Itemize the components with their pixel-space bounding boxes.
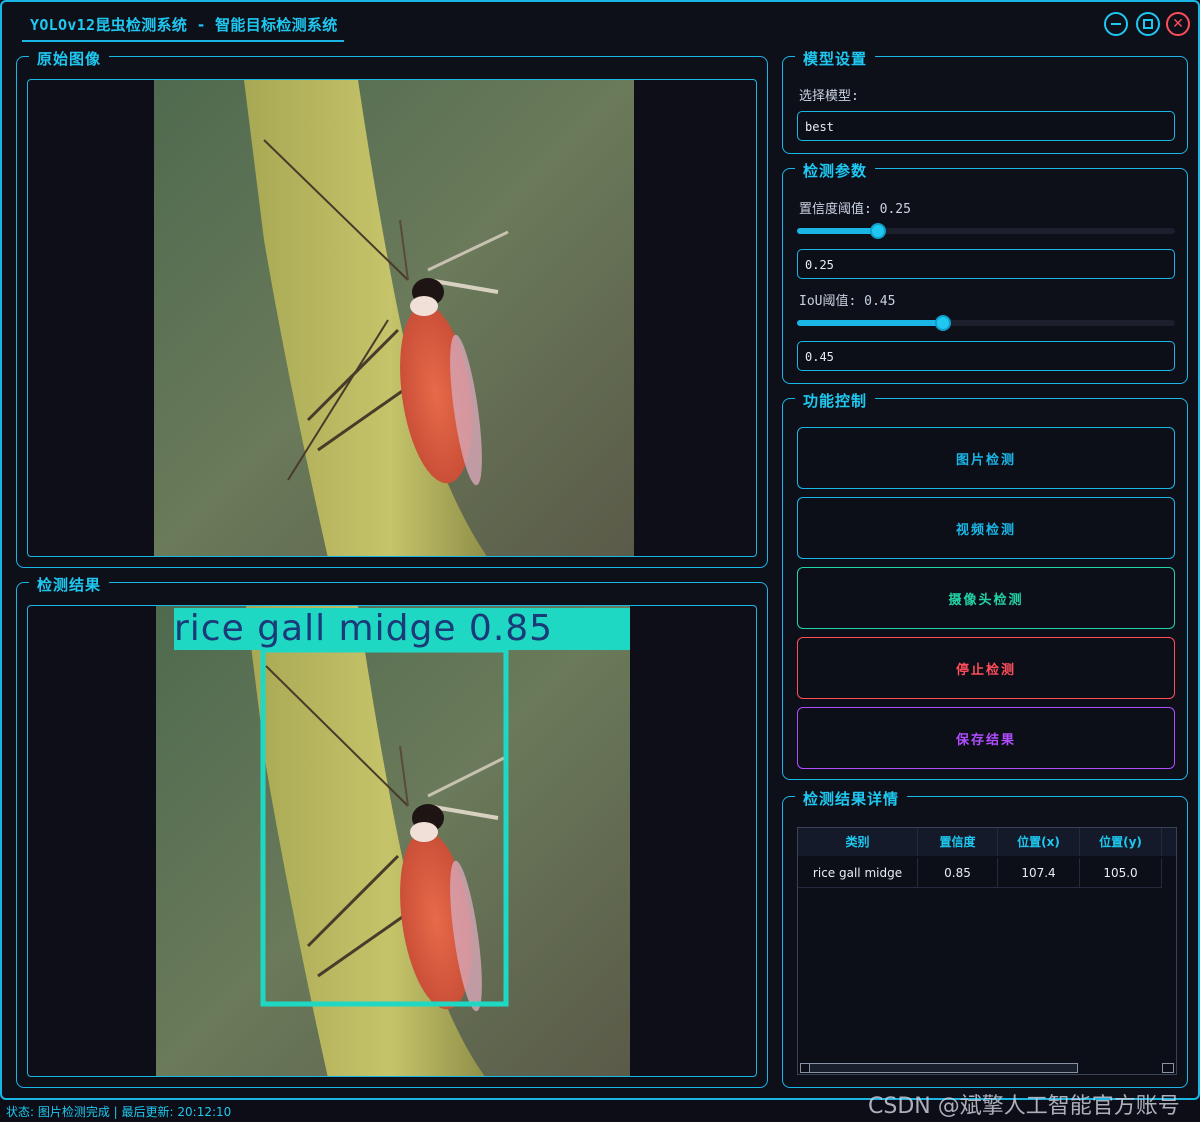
- function-controls-panel: 功能控制 图片检测 视频检测 摄像头检测 停止检测 保存结果: [782, 390, 1188, 780]
- scrollbar-thumb[interactable]: [800, 1063, 1078, 1073]
- iou-slider[interactable]: [797, 315, 1175, 331]
- result-image-panel: 检测结果 rice gall midge 0.85: [16, 574, 768, 1088]
- original-image-title: 原始图像: [29, 48, 110, 69]
- original-image-frame: [27, 79, 757, 557]
- iou-slider-handle[interactable]: [935, 315, 951, 331]
- results-table[interactable]: 类别 置信度 位置(x) 位置(y) rice gall midge 0.85 …: [797, 827, 1177, 1075]
- column-position-y[interactable]: 位置(y): [1080, 828, 1162, 856]
- watermark: CSDN @斌擎人工智能官方账号: [868, 1094, 1180, 1119]
- title-underline: [22, 40, 344, 42]
- iou-input[interactable]: 0.45: [797, 341, 1175, 371]
- confidence-input[interactable]: 0.25: [797, 249, 1175, 279]
- detection-photo: [156, 606, 630, 1076]
- detection-label: rice gall midge 0.85: [174, 608, 554, 649]
- window-title: YOLOv12昆虫检测系统 - 智能目标检测系统: [30, 16, 338, 34]
- column-class[interactable]: 类别: [798, 828, 918, 856]
- maximize-icon: [1143, 19, 1153, 29]
- camera-detect-button[interactable]: 摄像头检测: [797, 567, 1175, 629]
- app-window: YOLOv12昆虫检测系统 - 智能目标检测系统 ✕ 原始图像 检测结果 ric…: [0, 0, 1200, 1100]
- horizontal-scrollbar[interactable]: [798, 1062, 1176, 1074]
- close-icon: ✕: [1172, 16, 1184, 32]
- iou-slider-fill: [797, 320, 943, 326]
- cell-class: rice gall midge: [798, 858, 918, 888]
- image-detect-button[interactable]: 图片检测: [797, 427, 1175, 489]
- confidence-slider-handle[interactable]: [870, 223, 886, 239]
- cell-position-x: 107.4: [998, 858, 1080, 888]
- minimize-button[interactable]: [1104, 12, 1128, 36]
- insect-photo: [154, 80, 634, 556]
- stop-detect-button[interactable]: 停止检测: [797, 637, 1175, 699]
- confidence-label: 置信度阈值: 0.25: [799, 202, 911, 217]
- detection-details-title: 检测结果详情: [795, 788, 908, 809]
- minimize-icon: [1111, 23, 1121, 25]
- cell-confidence: 0.85: [918, 858, 998, 888]
- detection-params-panel: 检测参数 置信度阈值: 0.25 0.25 IoU阈值: 0.45 0.45: [782, 160, 1188, 384]
- column-confidence[interactable]: 置信度: [918, 828, 998, 856]
- model-settings-panel: 模型设置 选择模型: best: [782, 48, 1188, 154]
- scroll-right-arrow[interactable]: [1162, 1063, 1174, 1073]
- column-position-x[interactable]: 位置(x): [998, 828, 1080, 856]
- original-image-panel: 原始图像: [16, 48, 768, 568]
- confidence-slider[interactable]: [797, 223, 1175, 239]
- close-button[interactable]: ✕: [1166, 12, 1190, 36]
- result-image-title: 检测结果: [29, 574, 110, 595]
- scroll-left-arrow[interactable]: [800, 1063, 810, 1073]
- model-select[interactable]: best: [797, 111, 1175, 141]
- video-detect-button[interactable]: 视频检测: [797, 497, 1175, 559]
- result-image-frame: rice gall midge 0.85: [27, 605, 757, 1077]
- function-controls-title: 功能控制: [795, 390, 876, 411]
- save-result-button[interactable]: 保存结果: [797, 707, 1175, 769]
- cell-position-y: 105.0: [1080, 858, 1162, 888]
- maximize-button[interactable]: [1136, 12, 1160, 36]
- detection-params-title: 检测参数: [795, 160, 876, 181]
- title-bar[interactable]: YOLOv12昆虫检测系统 - 智能目标检测系统 ✕: [2, 2, 1198, 42]
- select-model-label: 选择模型:: [799, 89, 859, 104]
- results-table-header: 类别 置信度 位置(x) 位置(y): [798, 828, 1176, 856]
- confidence-slider-fill: [797, 228, 878, 234]
- detection-details-panel: 检测结果详情 类别 置信度 位置(x) 位置(y) rice gall midg…: [782, 788, 1188, 1088]
- model-settings-title: 模型设置: [795, 48, 876, 69]
- iou-label: IoU阈值: 0.45: [799, 294, 896, 309]
